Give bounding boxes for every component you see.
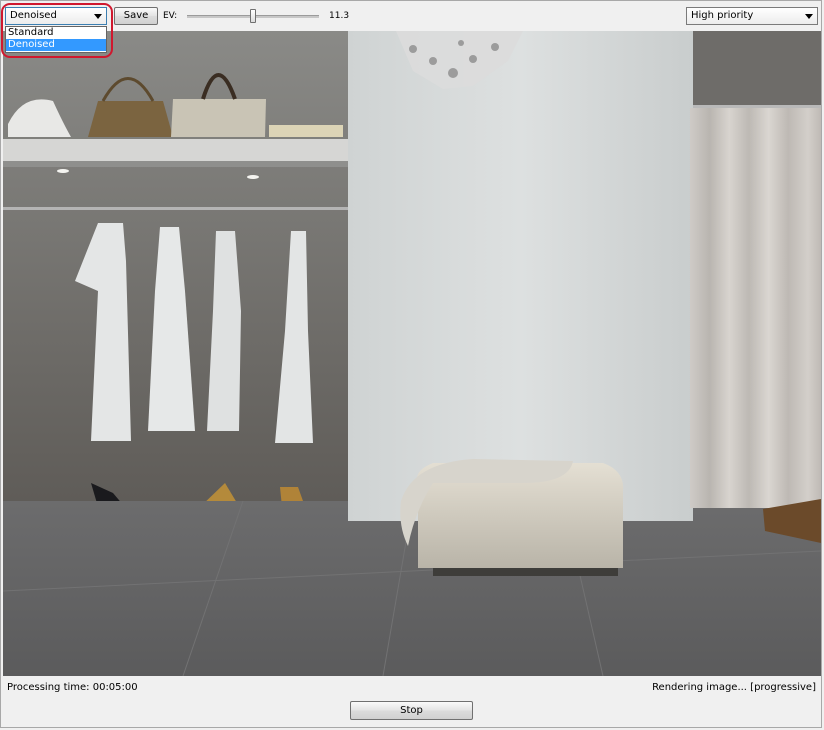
- stop-button[interactable]: Stop: [350, 701, 473, 720]
- chevron-down-icon[interactable]: [805, 14, 813, 19]
- priority-value: High priority: [691, 10, 754, 21]
- ev-slider-thumb[interactable]: [250, 9, 256, 23]
- processing-time-label: Processing time: 00:05:00: [7, 682, 138, 693]
- rendered-interior-image: [3, 31, 821, 676]
- toolbar: Denoised Save EV: 11.3 High priority: [0, 0, 824, 32]
- save-button[interactable]: Save: [114, 7, 158, 25]
- annotation-highlight-ring: [1, 3, 113, 58]
- ev-value: 11.3: [329, 11, 350, 21]
- render-viewport: [3, 31, 821, 676]
- priority-select[interactable]: High priority: [686, 7, 818, 25]
- render-status-label: Rendering image... [progressive]: [652, 682, 816, 693]
- ev-label: EV:: [163, 11, 178, 21]
